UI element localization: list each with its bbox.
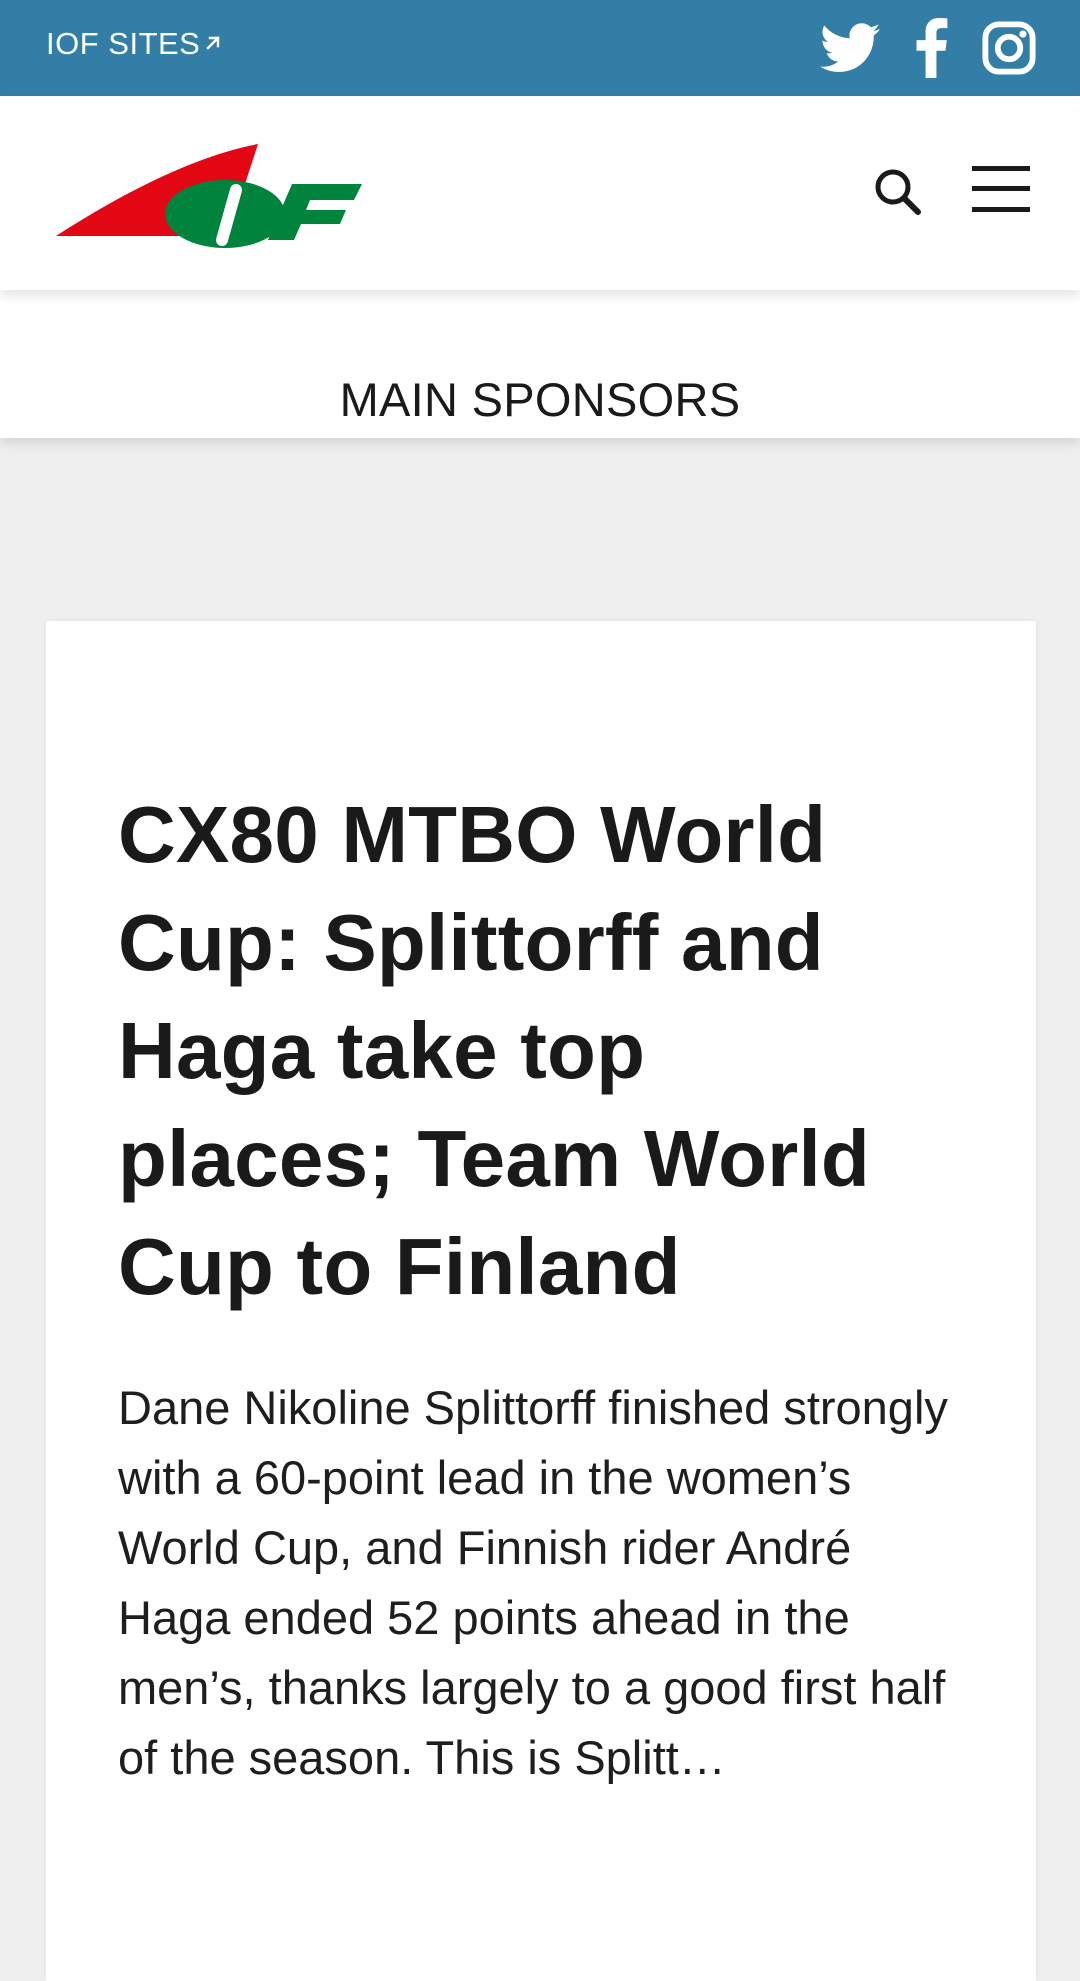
menu-button[interactable]	[970, 164, 1032, 214]
article-title[interactable]: CX80 MTBO World Cup: Splittorff and Haga…	[118, 781, 938, 1321]
article-card[interactable]: CX80 MTBO World Cup: Splittorff and Haga…	[46, 621, 1036, 1981]
external-link-arrow-icon	[204, 24, 222, 60]
facebook-icon[interactable]	[914, 18, 948, 78]
search-icon	[875, 169, 921, 215]
site-header	[0, 96, 1080, 290]
iof-logo[interactable]	[54, 122, 374, 257]
iof-sites-label: IOF SITES	[46, 26, 201, 61]
twitter-icon[interactable]	[820, 23, 880, 73]
iof-sites-link[interactable]: IOF SITES	[46, 26, 222, 62]
top-bar: IOF SITES	[0, 0, 1080, 96]
hamburger-menu-icon	[972, 166, 1030, 212]
main-sponsors-section: MAIN SPONSORS	[0, 290, 1080, 438]
instagram-icon[interactable]	[982, 21, 1036, 75]
main-sponsors-heading: MAIN SPONSORS	[339, 373, 741, 426]
search-button[interactable]	[872, 166, 924, 218]
social-links	[820, 18, 1036, 78]
article-excerpt: Dane Nikoline Splittorff finished strong…	[118, 1381, 948, 1784]
